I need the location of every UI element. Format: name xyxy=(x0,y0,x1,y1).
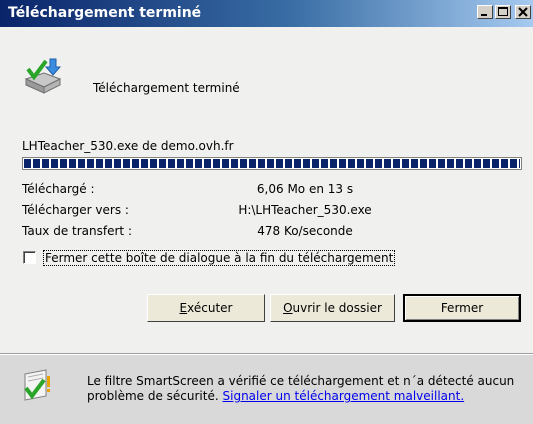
open-folder-label: uvrir le dossier xyxy=(292,301,382,315)
run-button[interactable]: Exécuter xyxy=(147,294,265,322)
close-icon xyxy=(518,7,528,17)
open-folder-button[interactable]: Ouvrir le dossier xyxy=(270,294,395,322)
dialog-header-text: Téléchargement terminé xyxy=(93,81,240,95)
downloaded-value: 6,06 Mo en 13 s xyxy=(256,182,354,196)
smartscreen-shield-icon xyxy=(24,369,50,401)
open-folder-mnemonic: O xyxy=(283,301,293,315)
close-button-label: Fermer xyxy=(440,301,484,315)
download-to-value: H:\LHTeacher_530.exe xyxy=(238,203,372,217)
maximize-button[interactable] xyxy=(495,5,511,19)
downloaded-label: Téléchargé : xyxy=(22,182,95,196)
title-bar[interactable]: Téléchargement terminé xyxy=(0,0,533,27)
window-title: Téléchargement terminé xyxy=(8,5,202,21)
transfer-rate-value: 478 Ko/seconde xyxy=(257,224,353,238)
close-window-button[interactable] xyxy=(515,5,531,19)
minimize-button[interactable] xyxy=(477,5,493,19)
download-dialog: Téléchargement terminé Téléchargement te… xyxy=(0,0,533,424)
progress-fill xyxy=(24,159,520,168)
download-complete-icon xyxy=(24,58,62,94)
download-progress-bar xyxy=(22,157,522,170)
transfer-rate-label: Taux de transfert : xyxy=(22,224,132,238)
close-on-finish-label[interactable]: Fermer cette boîte de dialogue à la fin … xyxy=(43,250,396,266)
download-filename: LHTeacher_530.exe de demo.ovh.fr xyxy=(22,139,234,153)
smartscreen-message: Le filtre SmartScreen a vérifié ce téléc… xyxy=(87,374,517,404)
minimize-icon xyxy=(481,14,487,16)
report-malicious-link[interactable]: Signaler un téléchargement malveillant. xyxy=(223,389,465,403)
run-button-label: xécuter xyxy=(187,301,233,315)
run-button-mnemonic: E xyxy=(179,301,188,315)
download-to-label: Télécharger vers : xyxy=(22,203,129,217)
maximize-icon xyxy=(498,7,508,16)
close-button[interactable]: Fermer xyxy=(403,294,521,322)
close-on-finish-checkbox[interactable] xyxy=(23,251,36,264)
